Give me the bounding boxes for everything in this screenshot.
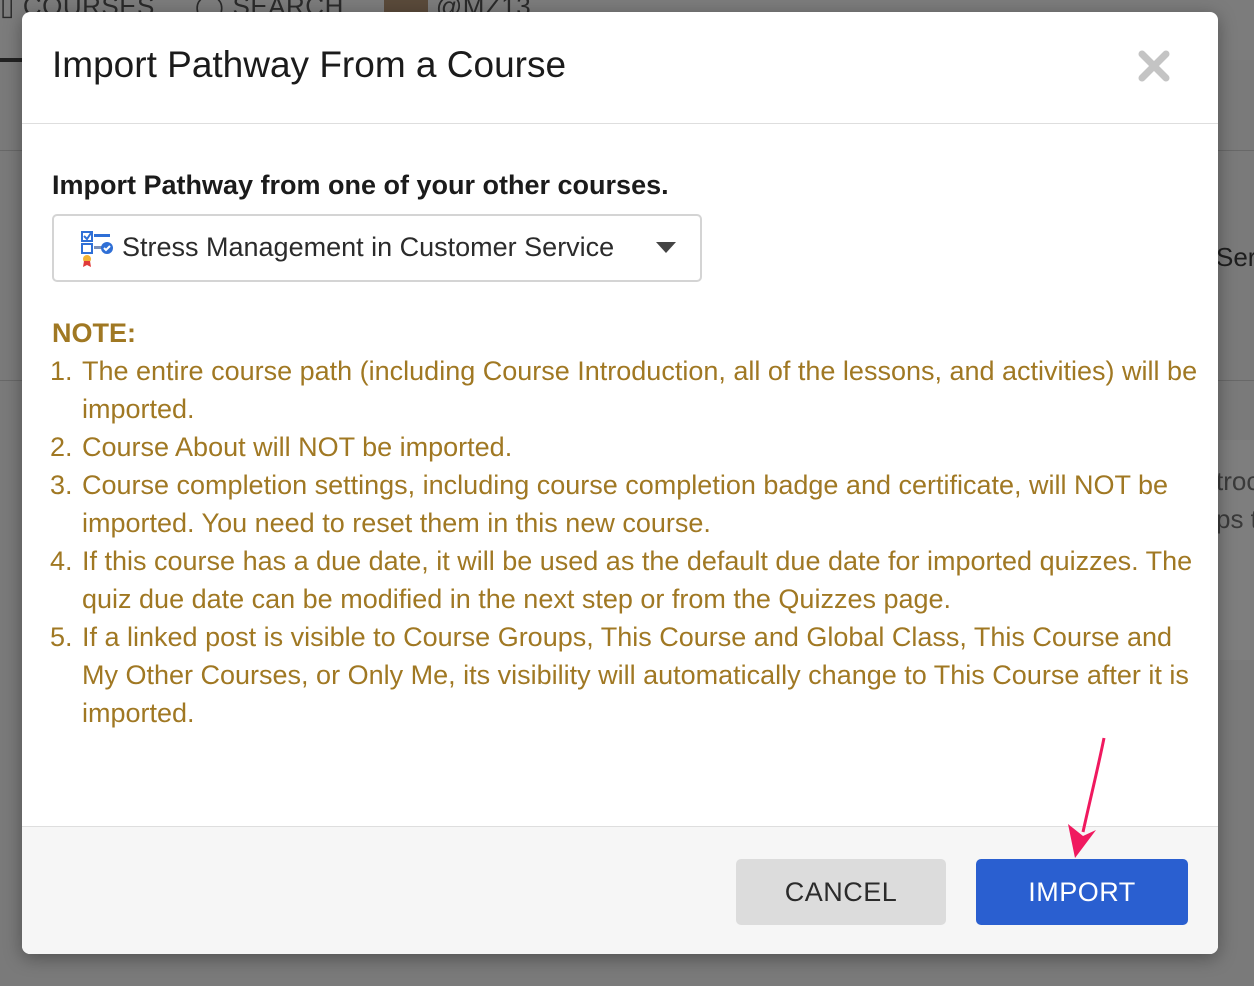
- note-item-number: 4.: [50, 546, 73, 576]
- close-icon: [1138, 50, 1170, 82]
- course-select[interactable]: Stress Management in Customer Service: [52, 214, 702, 282]
- background-text: troc: [1216, 466, 1254, 496]
- close-button[interactable]: [1136, 48, 1172, 84]
- course-pathway-icon: [81, 231, 113, 267]
- modal-title: Import Pathway From a Course: [52, 44, 567, 85]
- note-item-text: If a linked post is visible to Course Gr…: [82, 622, 1189, 728]
- note-item-number: 5.: [50, 622, 73, 652]
- background-text: Ser: [1216, 242, 1254, 272]
- note-item-number: 3.: [50, 470, 73, 500]
- note-item-text: Course About will NOT be imported.: [82, 432, 513, 462]
- course-select-value: Stress Management in Customer Service: [122, 232, 615, 262]
- note-item-text: Course completion settings, including co…: [82, 470, 1169, 538]
- modal-body: Import Pathway from one of your other co…: [22, 124, 1218, 827]
- note-label: NOTE:: [52, 318, 136, 348]
- cancel-button[interactable]: CANCEL: [736, 859, 946, 925]
- import-pathway-modal: Import Pathway From a Course Import Path…: [22, 12, 1218, 954]
- import-note: NOTE: 1. The entire course path (includin…: [50, 314, 1202, 732]
- note-item-number: 2.: [50, 432, 73, 462]
- book-icon: ▯: [0, 0, 15, 21]
- note-item: 4. If this course has a due date, it will…: [50, 542, 1202, 618]
- note-item-number: 1.: [50, 356, 73, 386]
- import-button[interactable]: IMPORT: [976, 859, 1188, 925]
- note-item-text: If this course has a due date, it will b…: [82, 546, 1193, 614]
- chevron-down-icon: [656, 242, 676, 253]
- note-list: 1. The entire course path (including Cour…: [50, 352, 1202, 732]
- note-item-text: The entire course path (including Course…: [82, 356, 1198, 424]
- note-item: 5. If a linked post is visible to Course …: [50, 618, 1202, 732]
- note-item: 2. Course About will NOT be imported.: [50, 428, 1202, 466]
- note-item: 3. Course completion settings, including …: [50, 466, 1202, 542]
- background-text: ps t: [1216, 504, 1254, 534]
- import-prompt: Import Pathway from one of your other co…: [52, 170, 669, 200]
- modal-header: Import Pathway From a Course: [22, 12, 1218, 124]
- modal-footer: CANCEL IMPORT: [22, 826, 1218, 954]
- note-item: 1. The entire course path (including Cour…: [50, 352, 1202, 428]
